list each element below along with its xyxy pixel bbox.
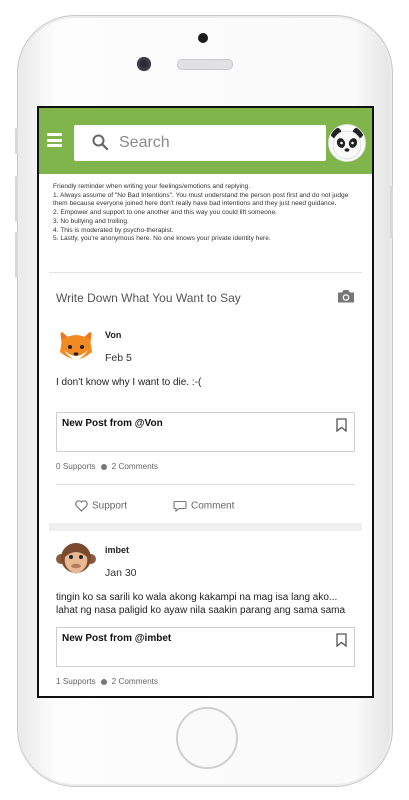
notice-line: 1. Always assume of "No Bad Intentions".…: [53, 191, 349, 208]
supports-count[interactable]: 0 Supports: [56, 462, 96, 471]
front-camera: [137, 57, 151, 71]
menu-icon[interactable]: [47, 133, 62, 147]
notice-line: 3. No bullying and trolling.: [53, 217, 129, 225]
post-date: Feb 5: [105, 352, 132, 364]
post-stats: 1 Supports 2 Comments: [56, 677, 158, 686]
supports-count[interactable]: 1 Supports: [56, 677, 96, 686]
notice-line: 5. Lastly, you're anonymous here. No one…: [53, 235, 271, 243]
bookmark-icon[interactable]: [336, 418, 347, 432]
home-button[interactable]: [176, 707, 238, 769]
search-input[interactable]: Search: [74, 125, 326, 161]
divider: [49, 272, 362, 273]
power-button: [390, 186, 393, 238]
shared-post-box[interactable]: New Post from @Von: [56, 412, 355, 452]
post-feed: Von Feb 5 I don't know why I want to die…: [49, 322, 362, 696]
monkey-avatar[interactable]: [56, 539, 96, 579]
shared-post-title: New Post from @Von: [62, 418, 163, 429]
post-text: I don't know why I want to die. :-(: [56, 377, 202, 388]
dot-separator: [100, 463, 107, 470]
support-label: Support: [92, 500, 128, 512]
fox-avatar[interactable]: [56, 326, 96, 366]
post-card: Von Feb 5 I don't know why I want to die…: [49, 322, 362, 523]
support-button[interactable]: Support: [75, 500, 127, 512]
mute-switch: [15, 128, 18, 154]
shared-post-box[interactable]: New Post from @imbet: [56, 627, 355, 667]
sensor-dot: [198, 33, 208, 43]
app-screen: Search Friendly reminder when writing yo…: [37, 106, 374, 698]
bookmark-icon[interactable]: [336, 633, 347, 647]
post-stats: 0 Supports 2 Comments: [56, 462, 158, 471]
panda-avatar[interactable]: [328, 124, 366, 162]
earpiece: [177, 59, 233, 70]
shared-post-title: New Post from @imbet: [62, 633, 172, 644]
notice-line: 4. This is moderated by psycho-therapist…: [53, 226, 174, 234]
post-card: imbet Jan 30 tingin ko sa sarili ko wala…: [49, 531, 362, 696]
notice-line: Friendly reminder when writing your feel…: [53, 183, 251, 190]
camera-icon[interactable]: [337, 288, 355, 304]
post-author[interactable]: imbet: [105, 545, 129, 555]
comment-icon: [173, 500, 187, 513]
post-date: Jan 30: [105, 567, 137, 579]
volume-down-button: [15, 232, 18, 278]
volume-up-button: [15, 176, 18, 222]
comment-label: Comment: [191, 500, 235, 512]
app-bar: Search: [39, 108, 372, 174]
divider: [56, 484, 355, 485]
post-author[interactable]: Von: [105, 330, 121, 340]
search-placeholder: Search: [119, 134, 170, 151]
search-icon: [92, 134, 108, 150]
heart-icon: [75, 500, 88, 512]
dot-separator: [100, 678, 107, 685]
notice-line: 2. Empower and support to one another an…: [53, 209, 277, 217]
compose-prompt[interactable]: Write Down What You Want to Say: [56, 291, 241, 305]
comments-count[interactable]: 2 Comments: [112, 677, 158, 686]
comment-button[interactable]: Comment: [173, 500, 235, 513]
comments-count[interactable]: 2 Comments: [112, 462, 158, 471]
community-guidelines: Friendly reminder when writing your feel…: [53, 183, 363, 244]
post-text: tingin ko sa sarili ko wala akong kakamp…: [56, 592, 346, 616]
